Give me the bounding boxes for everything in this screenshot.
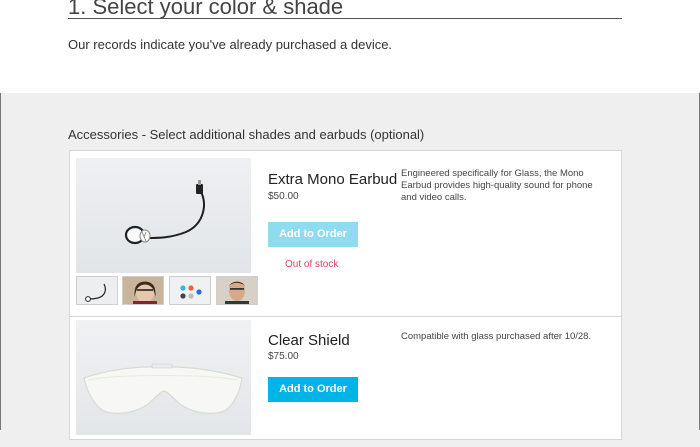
man-thumbnail-icon <box>217 277 257 304</box>
mono-earbud-image[interactable] <box>76 158 251 273</box>
shield-illustration <box>83 363 243 414</box>
product-name: Clear Shield <box>268 332 350 349</box>
section-title: 1. Select your color & shade <box>68 0 344 19</box>
product-price: $50.00 <box>268 191 299 202</box>
thumbnail-earbud[interactable] <box>76 276 118 305</box>
title-divider <box>68 18 622 19</box>
person-thumbnail-icon <box>123 277 163 304</box>
purchase-records-note: Our records indicate you've already purc… <box>68 37 393 52</box>
color-selection-panel: 1. Select your color & shade Our records… <box>0 0 700 93</box>
clear-shield-image[interactable] <box>76 320 251 435</box>
add-to-order-button-disabled[interactable]: Add to Order <box>268 222 358 247</box>
earbud-thumbnail-icon <box>85 283 106 302</box>
product-row-mono-earbud: Extra Mono Earbud $50.00 Add to Order Ou… <box>70 151 621 317</box>
thumbnail-man-wearing-earbud[interactable] <box>216 276 258 305</box>
product-description: Engineered specifically for Glass, the M… <box>401 168 593 203</box>
add-to-order-button[interactable]: Add to Order <box>268 377 358 402</box>
color-options-icon <box>180 285 202 299</box>
thumbnail-color-options[interactable] <box>169 276 211 305</box>
thumbnail-person-wearing-glass[interactable] <box>122 276 164 305</box>
product-name: Extra Mono Earbud <box>268 171 398 188</box>
accessories-list: Extra Mono Earbud $50.00 Add to Order Ou… <box>69 150 622 440</box>
out-of-stock-label: Out of stock <box>285 259 339 270</box>
product-description: Compatible with glass purchased after 10… <box>401 331 592 342</box>
product-price: $75.00 <box>268 351 299 362</box>
earbud-illustration <box>124 180 205 245</box>
product-row-clear-shield: Clear Shield $75.00 Add to Order Compati… <box>70 317 621 447</box>
accessories-heading: Accessories - Select additional shades a… <box>68 127 425 142</box>
